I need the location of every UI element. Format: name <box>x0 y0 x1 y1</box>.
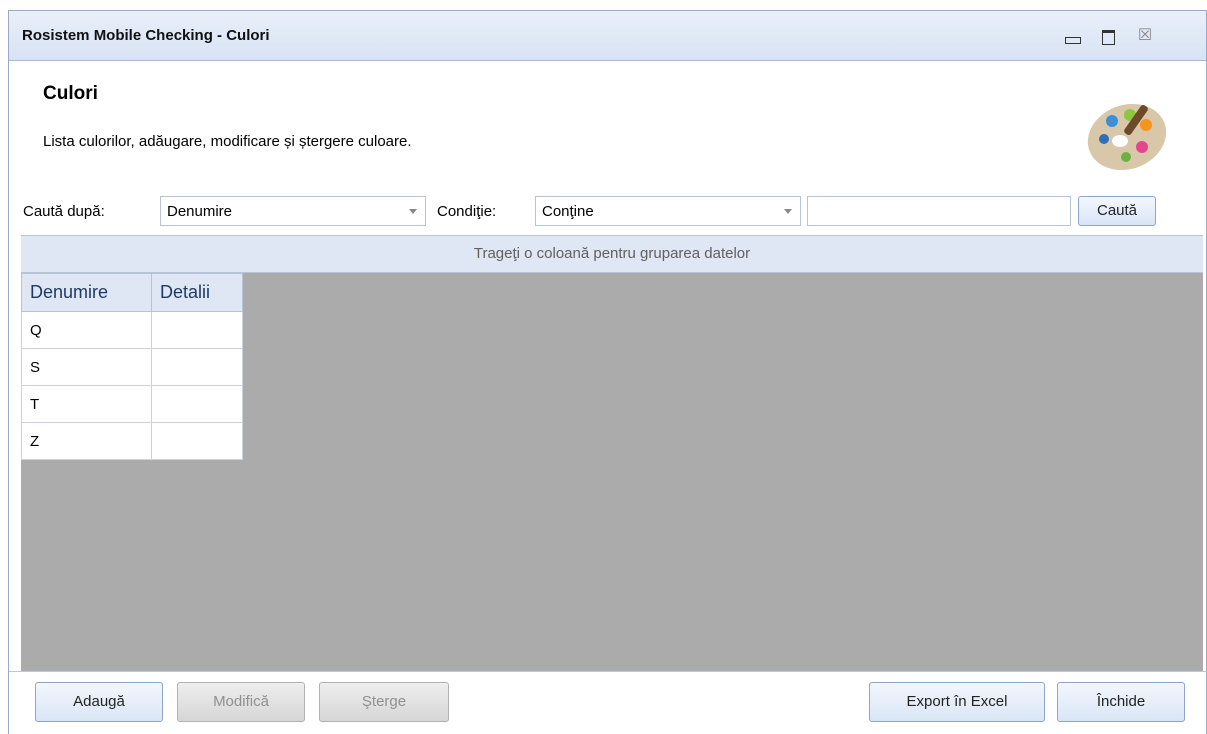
cell-denumire[interactable]: Q <box>21 311 152 349</box>
cell-denumire[interactable]: S <box>21 348 152 386</box>
column-header-denumire[interactable]: Denumire <box>21 273 152 312</box>
table-row[interactable]: Z <box>21 422 243 460</box>
cell-denumire[interactable]: T <box>21 385 152 423</box>
cell-denumire[interactable]: Z <box>21 422 152 460</box>
search-button[interactable]: Caută <box>1078 196 1156 226</box>
column-header-detalii[interactable]: Detalii <box>151 273 243 312</box>
window-title: Rosistem Mobile Checking - Culori <box>22 27 270 44</box>
colors-table: Denumire Detalii Q S T Z <box>21 273 243 460</box>
export-excel-button[interactable]: Export în Excel <box>869 682 1045 722</box>
table-header-row: Denumire Detalii <box>21 273 243 312</box>
add-button[interactable]: Adaugă <box>35 682 163 722</box>
table-row[interactable]: S <box>21 348 243 386</box>
delete-button[interactable]: Şterge <box>319 682 449 722</box>
close-button[interactable]: Închide <box>1057 682 1185 722</box>
modify-button[interactable]: Modifică <box>177 682 305 722</box>
cell-detalii[interactable] <box>151 385 243 423</box>
chevron-down-icon <box>784 209 792 214</box>
page-description: Lista culorilor, adăugare, modificare și… <box>43 133 412 150</box>
search-by-label: Caută după: <box>23 203 105 220</box>
palette-icon <box>1087 103 1167 171</box>
table-row[interactable]: T <box>21 385 243 423</box>
close-icon[interactable]: ☒ <box>1136 27 1154 45</box>
minimize-icon[interactable] <box>1063 27 1081 45</box>
chevron-down-icon <box>409 209 417 214</box>
condition-label: Condiţie: <box>437 203 497 220</box>
title-bar: Rosistem Mobile Checking - Culori ☒ <box>9 11 1206 61</box>
data-grid: Denumire Detalii Q S T Z <box>21 273 1203 679</box>
cell-detalii[interactable] <box>151 422 243 460</box>
table-row[interactable]: Q <box>21 311 243 349</box>
search-bar: Caută după: Denumire Condiţie: Conţine C… <box>9 187 1206 227</box>
condition-select[interactable]: Conţine <box>535 196 801 226</box>
main-window: Rosistem Mobile Checking - Culori ☒ Culo… <box>8 10 1207 734</box>
group-by-panel[interactable]: Trageţi o coloană pentru gruparea datelo… <box>21 235 1203 273</box>
footer-bar: Adaugă Modifică Şterge Export în Excel Î… <box>9 671 1206 734</box>
cell-detalii[interactable] <box>151 348 243 386</box>
search-field-value: Denumire <box>167 203 233 220</box>
search-field-select[interactable]: Denumire <box>160 196 426 226</box>
page-title: Culori <box>43 83 98 104</box>
maximize-icon[interactable] <box>1099 27 1117 45</box>
condition-value: Conţine <box>542 203 594 220</box>
search-input[interactable] <box>807 196 1071 226</box>
cell-detalii[interactable] <box>151 311 243 349</box>
